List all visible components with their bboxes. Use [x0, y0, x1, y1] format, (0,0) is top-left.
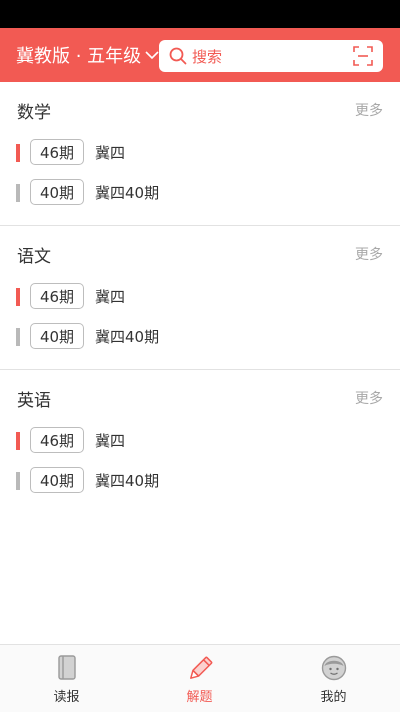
- list-item[interactable]: 46期 冀四: [0, 283, 400, 311]
- issue-tag: 46期: [30, 427, 84, 453]
- indicator-bar: [16, 472, 20, 490]
- list-item[interactable]: 40期 冀四40期: [0, 179, 400, 207]
- avatar-icon: [321, 655, 347, 685]
- indicator-bar: [16, 288, 20, 306]
- search-input[interactable]: 搜索: [159, 40, 383, 72]
- chevron-down-icon: [145, 51, 159, 60]
- tab-label: 我的: [320, 690, 347, 705]
- indicator-bar: [16, 184, 20, 202]
- issue-title: 冀四: [95, 288, 126, 306]
- section-title: 英语: [17, 391, 51, 411]
- content: 数学 更多 46期 冀四 40期 冀四40期 语文 更多 46期 冀四 40期 …: [0, 82, 400, 514]
- list-item[interactable]: 46期 冀四: [0, 427, 400, 455]
- search-icon: [169, 47, 187, 65]
- tab-label: 解题: [186, 690, 213, 705]
- tab-label: 读报: [53, 690, 80, 705]
- grade-label: 冀教版 · 五年级: [16, 46, 142, 67]
- indicator-bar: [16, 432, 20, 450]
- issue-tag: 46期: [30, 139, 84, 165]
- list-item[interactable]: 40期 冀四40期: [0, 323, 400, 351]
- indicator-bar: [16, 328, 20, 346]
- pencil-icon: [186, 655, 214, 687]
- more-link[interactable]: 更多: [355, 100, 383, 120]
- grade-selector[interactable]: 冀教版 · 五年级: [16, 42, 159, 68]
- section-title: 语文: [17, 247, 51, 267]
- section-english: 英语 更多 46期 冀四 40期 冀四40期: [0, 370, 400, 514]
- tab-solve[interactable]: 解题: [133, 645, 266, 712]
- section-title: 数学: [17, 103, 51, 123]
- issue-tag: 46期: [30, 283, 84, 309]
- tab-bar: 读报 解题 我的: [0, 644, 400, 712]
- issue-tag: 40期: [30, 179, 84, 205]
- indicator-bar: [16, 144, 20, 162]
- issue-title: 冀四: [95, 432, 126, 450]
- issue-title: 冀四40期: [95, 328, 160, 346]
- tab-profile[interactable]: 我的: [267, 645, 400, 712]
- issue-tag: 40期: [30, 323, 84, 349]
- status-bar: [0, 0, 400, 28]
- book-icon: [56, 655, 78, 685]
- list-item[interactable]: 46期 冀四: [0, 139, 400, 167]
- issue-title: 冀四40期: [95, 472, 160, 490]
- issue-title: 冀四40期: [95, 184, 160, 202]
- section-chinese: 语文 更多 46期 冀四 40期 冀四40期: [0, 226, 400, 370]
- scan-icon[interactable]: [353, 46, 373, 70]
- list-item[interactable]: 40期 冀四40期: [0, 467, 400, 495]
- issue-title: 冀四: [95, 144, 126, 162]
- section-math: 数学 更多 46期 冀四 40期 冀四40期: [0, 82, 400, 226]
- header: 冀教版 · 五年级 搜索: [0, 28, 400, 82]
- search-placeholder: 搜索: [192, 47, 223, 66]
- more-link[interactable]: 更多: [355, 388, 383, 408]
- tab-read-paper[interactable]: 读报: [0, 645, 133, 712]
- issue-tag: 40期: [30, 467, 84, 493]
- more-link[interactable]: 更多: [355, 244, 383, 264]
